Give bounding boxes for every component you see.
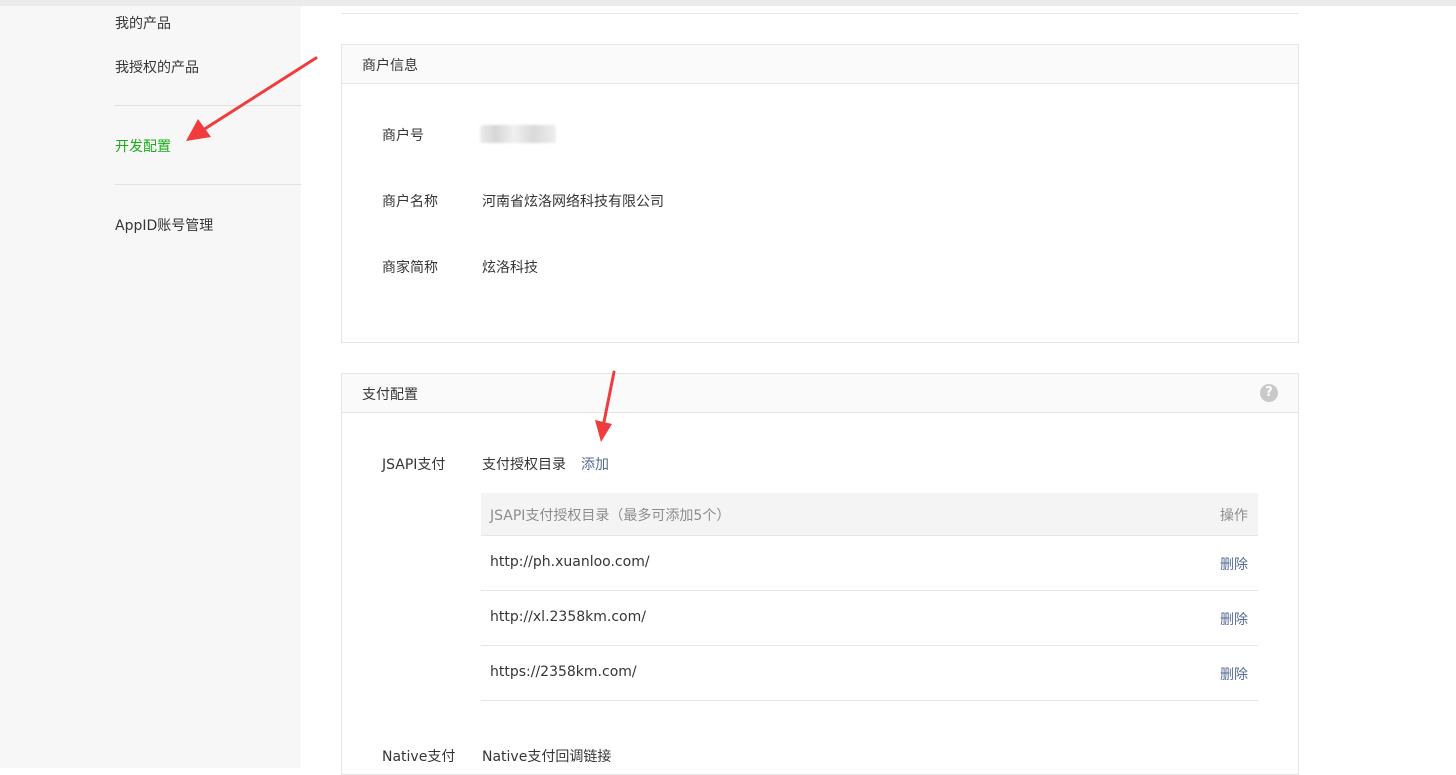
panel-title: 支付配置 — [362, 387, 418, 403]
sidebar-item-appid-management[interactable]: AppID账号管理 — [115, 215, 213, 235]
table-row: http://xl.2358km.com/ 删除 — [481, 591, 1258, 646]
sidebar-divider — [115, 105, 301, 106]
add-directory-link[interactable]: 添加 — [581, 454, 609, 474]
merchant-short-name-label: 商家简称 — [382, 260, 438, 276]
merchant-name-value: 河南省炫洛网络科技有限公司 — [482, 194, 664, 210]
column-header-directory: JSAPI支付授权目录（最多可添加5个） — [490, 508, 731, 524]
delete-link[interactable]: 删除 — [1220, 664, 1248, 684]
question-circle-icon[interactable]: ? — [1260, 384, 1278, 402]
table-header: JSAPI支付授权目录（最多可添加5个） 操作 — [481, 493, 1258, 536]
merchant-name-label: 商户名称 — [382, 194, 438, 210]
merchant-id-value-redacted — [480, 125, 556, 143]
sidebar-item-authorized-products[interactable]: 我授权的产品 — [115, 57, 199, 77]
sidebar-divider — [115, 184, 301, 185]
directory-url: https://2358km.com/ — [490, 664, 637, 680]
delete-link[interactable]: 删除 — [1220, 609, 1248, 629]
jsapi-directory-label: 支付授权目录 — [482, 457, 566, 473]
jsapi-label: JSAPI支付 — [382, 457, 446, 473]
sidebar-item-my-products[interactable]: 我的产品 — [115, 13, 171, 33]
directory-url: http://xl.2358km.com/ — [490, 609, 646, 625]
sidebar — [0, 6, 301, 768]
jsapi-directory-table: JSAPI支付授权目录（最多可添加5个） 操作 http://ph.xuanlo… — [481, 493, 1258, 701]
table-row: https://2358km.com/ 删除 — [481, 646, 1258, 701]
delete-link[interactable]: 删除 — [1220, 554, 1248, 574]
table-row: http://ph.xuanloo.com/ 删除 — [481, 536, 1258, 591]
directory-url: http://ph.xuanloo.com/ — [490, 554, 650, 570]
panel-header: 支付配置 ? — [342, 374, 1298, 413]
section-divider — [341, 13, 1299, 14]
panel-header: 商户信息 — [342, 45, 1298, 84]
merchant-short-name-value: 炫洛科技 — [482, 260, 538, 276]
column-header-action: 操作 — [1220, 508, 1248, 524]
merchant-id-label: 商户号 — [382, 128, 424, 144]
native-label: Native支付 — [382, 749, 456, 765]
sidebar-item-dev-config[interactable]: 开发配置 — [115, 136, 171, 156]
panel-title: 商户信息 — [362, 58, 418, 74]
native-callback-label: Native支付回调链接 — [482, 749, 612, 765]
